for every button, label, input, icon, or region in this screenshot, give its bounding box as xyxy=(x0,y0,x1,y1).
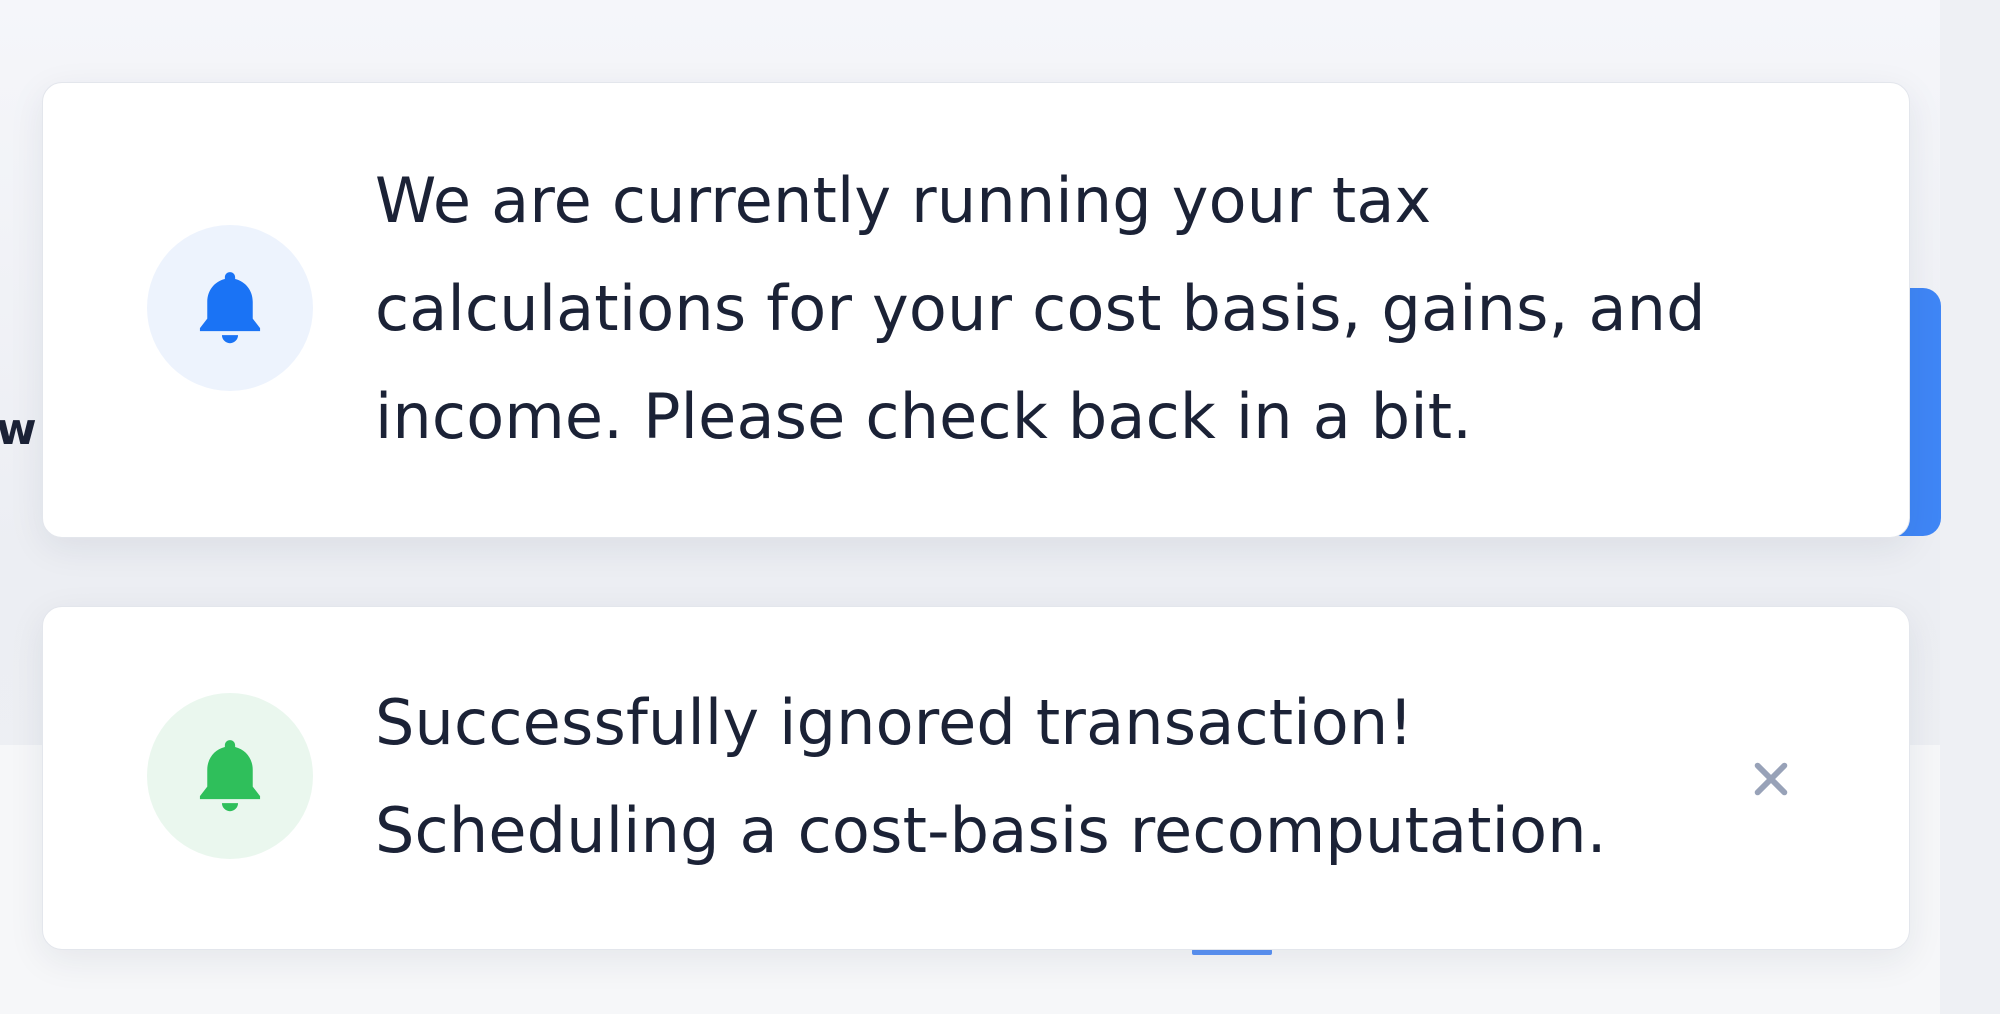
notification-message: Successfully ignored transaction! Schedu… xyxy=(375,669,1815,885)
notification-message-line: We are currently running your tax xyxy=(375,164,1432,237)
notification-message-line: calculations for your cost basis, gains,… xyxy=(375,272,1706,345)
bell-icon xyxy=(199,272,261,344)
dismiss-notification-button[interactable] xyxy=(1743,751,1799,807)
bell-icon xyxy=(199,740,261,812)
notification-toast-success: Successfully ignored transaction! Schedu… xyxy=(42,606,1910,950)
notification-icon-badge xyxy=(147,225,313,391)
notification-icon-badge xyxy=(147,693,313,859)
notification-message-line: Successfully ignored transaction! xyxy=(375,686,1414,759)
background-text-fragment: w xyxy=(0,404,37,455)
notification-message: We are currently running your tax calcul… xyxy=(375,147,1855,471)
notification-message-line: Scheduling a cost-basis recomputation. xyxy=(375,794,1607,867)
notification-toast-calculating: We are currently running your tax calcul… xyxy=(42,82,1910,538)
notification-message-line: income. Please check back in a bit. xyxy=(375,380,1473,453)
background-edge xyxy=(1940,0,2000,1014)
close-icon[interactable] xyxy=(1748,756,1794,802)
